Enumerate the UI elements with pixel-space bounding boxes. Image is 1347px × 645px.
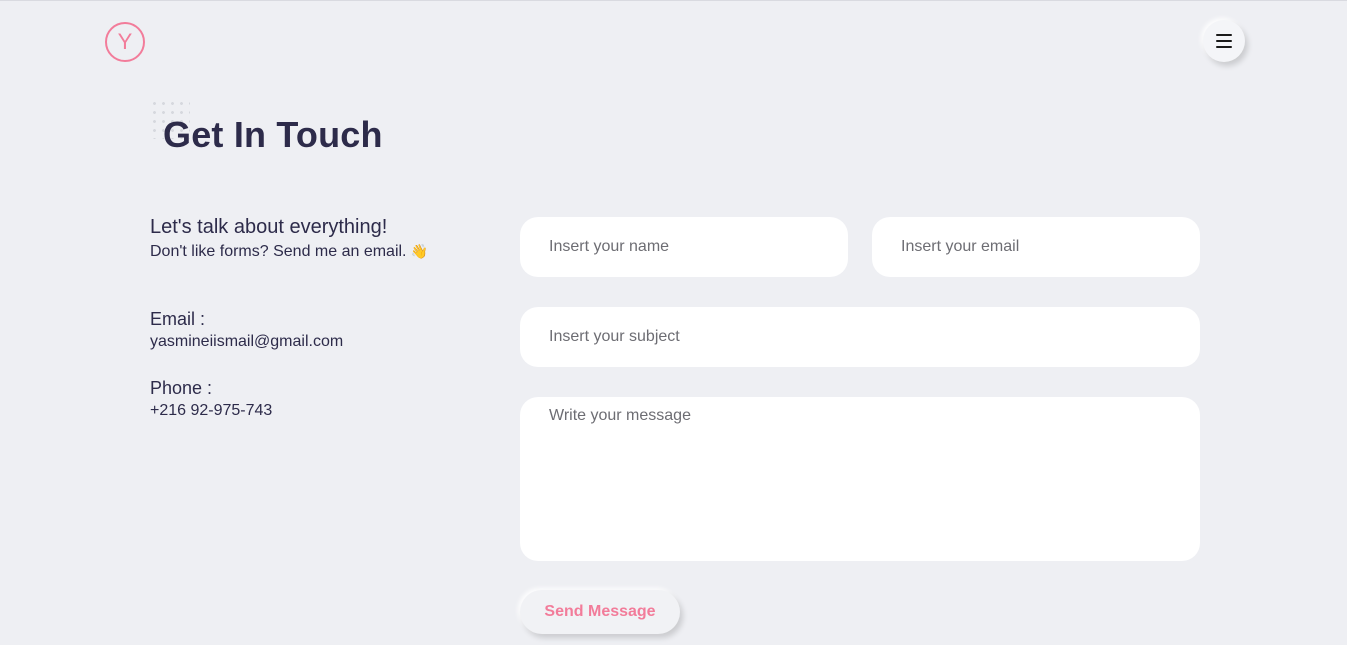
phone-info: Phone : +216 92-975-743 xyxy=(150,378,272,420)
message-textarea[interactable] xyxy=(520,397,1200,561)
phone-value[interactable]: +216 92-975-743 xyxy=(150,402,272,420)
send-message-button[interactable]: Send Message xyxy=(520,590,680,634)
intro-subheading-text: Don't like forms? Send me an email. xyxy=(150,243,407,260)
wave-emoji-icon: 👋 xyxy=(410,243,428,259)
email-label: Email : xyxy=(150,309,206,329)
contact-intro: Let's talk about everything! Don't like … xyxy=(150,216,480,261)
email-value[interactable]: yasmineiismail@gmail.com xyxy=(150,333,343,351)
phone-label: Phone : xyxy=(150,378,213,398)
intro-subheading: Don't like forms? Send me an email. 👋 xyxy=(150,243,480,261)
logo-letter: Y xyxy=(117,29,133,54)
subject-input[interactable] xyxy=(520,307,1200,367)
email-input[interactable] xyxy=(872,217,1200,277)
email-info: Email : yasmineiismail@gmail.com xyxy=(150,309,343,351)
logo[interactable]: Y xyxy=(105,22,145,62)
name-input[interactable] xyxy=(520,217,848,277)
page-title: Get In Touch xyxy=(163,114,383,155)
hamburger-icon xyxy=(1216,34,1232,36)
intro-heading: Let's talk about everything! xyxy=(150,216,388,238)
menu-button[interactable] xyxy=(1203,20,1245,62)
